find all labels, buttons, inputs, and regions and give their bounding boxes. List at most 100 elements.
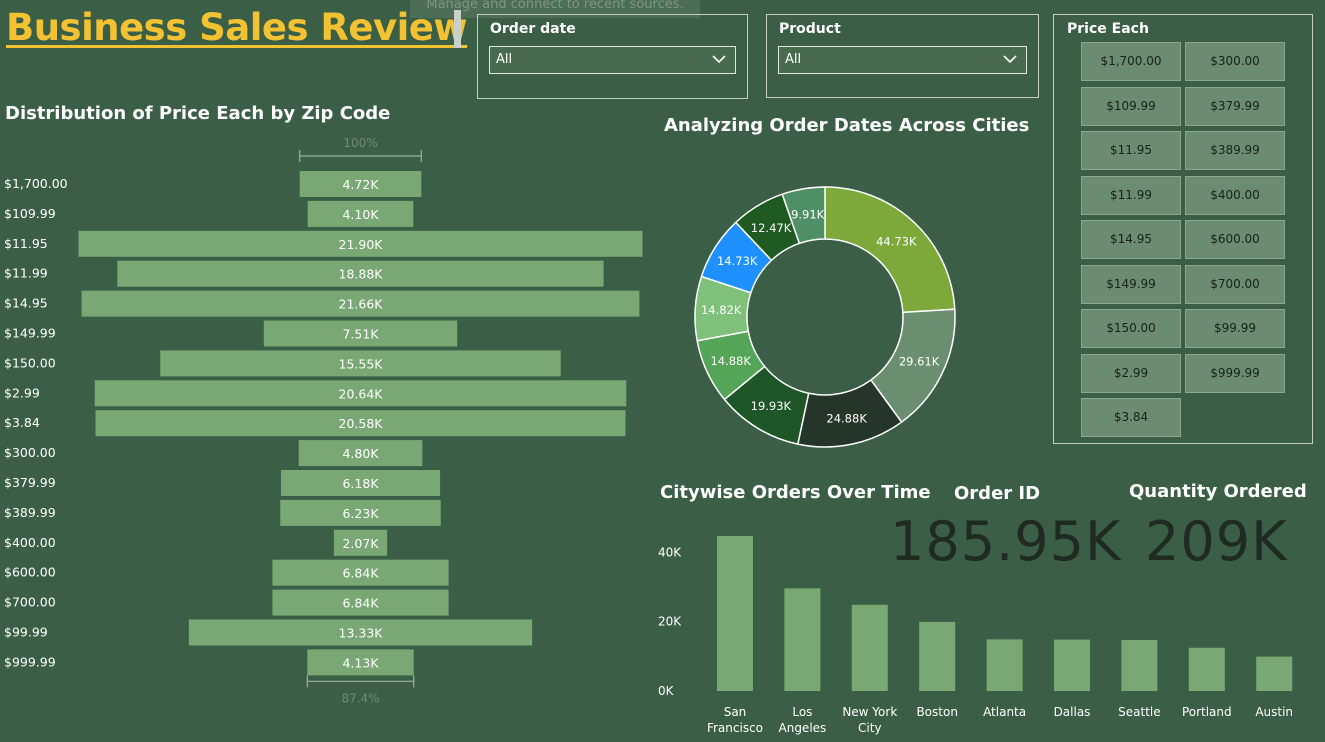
city-bar[interactable] — [986, 639, 1023, 691]
funnel-category-label: $149.99 — [4, 326, 56, 341]
x-tick-label: Portland — [1182, 705, 1232, 719]
donut-chart-title: Analyzing Order Dates Across Cities — [664, 115, 1030, 136]
price-option-button[interactable]: $149.99 — [1081, 264, 1181, 304]
funnel-data-label: 7.51K — [342, 327, 379, 342]
order-id-value: 185.95K — [890, 510, 1122, 573]
funnel-data-label: 4.10K — [342, 207, 379, 222]
price-option-button[interactable]: $150.00 — [1081, 309, 1181, 348]
funnel-bottom-annotation: 87.4% — [341, 691, 379, 705]
funnel-category-label: $11.99 — [4, 266, 48, 281]
funnel-data-label: 20.58K — [339, 416, 384, 431]
price-option-button[interactable]: $2.99 — [1081, 353, 1181, 393]
cursor-bar — [454, 10, 461, 48]
price-each-label: Price Each — [1067, 21, 1149, 37]
funnel-category-label: $389.99 — [4, 505, 56, 520]
funnel-data-label: 6.18K — [342, 476, 379, 491]
x-tick-label: Austin — [1255, 705, 1293, 719]
funnel-category-label: $14.95 — [4, 296, 48, 311]
order-date-slicer: Order date All — [477, 14, 748, 99]
city-bar[interactable] — [784, 588, 821, 691]
donut-data-label: 44.73K — [876, 234, 917, 248]
price-option-button[interactable]: $700.00 — [1185, 264, 1285, 304]
funnel-category-label: $400.00 — [4, 535, 56, 550]
city-bar[interactable] — [717, 535, 753, 691]
quantity-ordered-label: Quantity Ordered — [1129, 481, 1307, 502]
price-each-slicer: Price Each $1,700.00 $300.00 $109.99 $379.9… — [1053, 14, 1313, 444]
city-bar[interactable] — [1121, 639, 1158, 691]
price-option-button[interactable]: $400.00 — [1185, 175, 1285, 215]
funnel-data-label: 20.64K — [339, 386, 384, 401]
price-option-button[interactable]: $109.99 — [1081, 86, 1181, 126]
funnel-data-label: 18.88K — [339, 267, 384, 282]
funnel-category-label: $600.00 — [4, 565, 56, 580]
funnel-data-label: 13.33K — [339, 626, 384, 641]
city-bar[interactable] — [919, 621, 956, 691]
x-tick-label: Los Angeles — [779, 705, 827, 735]
product-slicer: Product All — [766, 14, 1039, 98]
city-bar[interactable] — [1256, 656, 1293, 691]
funnel-data-label: 6.84K — [342, 596, 379, 611]
funnel-category-label: $300.00 — [4, 445, 56, 460]
donut-data-label: 29.61K — [899, 354, 940, 368]
price-option-button[interactable]: $1,700.00 — [1081, 42, 1181, 81]
bar-chart-title: Citywise Orders Over Time — [660, 482, 931, 503]
funnel-top-annotation: 100% — [343, 136, 377, 150]
city-bar[interactable] — [1188, 647, 1225, 691]
price-option-button[interactable]: $11.99 — [1081, 175, 1181, 215]
x-tick-label: New York City — [842, 705, 897, 735]
product-dropdown[interactable]: All — [778, 46, 1027, 74]
page-title: Business Sales Review — [6, 6, 468, 49]
price-option-button[interactable]: $3.84 — [1081, 398, 1181, 437]
x-tick-label: Dallas — [1054, 705, 1091, 719]
funnel-data-label: 4.13K — [342, 655, 379, 670]
funnel-chart: 100% $1,700.00 4.72K $109.99 4.10K $11.95 21.9… — [4, 136, 643, 705]
chevron-down-icon — [712, 55, 726, 64]
price-option-button[interactable]: $14.95 — [1081, 220, 1181, 259]
quantity-ordered-value: 209K — [1145, 510, 1288, 573]
price-option-button[interactable]: $379.99 — [1185, 86, 1285, 126]
funnel-data-label: 4.80K — [342, 446, 379, 461]
donut-chart: 44.73K 29.61K 24.88K 19.93K 14.88K 14.82K 14.7… — [694, 186, 956, 448]
donut-data-label: 12.47K — [751, 221, 792, 235]
city-bar[interactable] — [1054, 639, 1090, 691]
price-option-button[interactable]: $99.99 — [1185, 309, 1285, 348]
funnel-category-label: $1,700.00 — [4, 176, 68, 191]
funnel-data-label: 4.72K — [342, 177, 379, 192]
funnel-category-label: $150.00 — [4, 355, 56, 370]
y-tick-label: 0K — [658, 684, 675, 698]
funnel-category-label: $11.95 — [4, 236, 48, 251]
donut-data-label: 14.82K — [701, 303, 742, 317]
x-tick-label: San Francisco — [707, 705, 763, 735]
funnel-category-label: $379.99 — [4, 475, 56, 490]
price-option-button[interactable]: $389.99 — [1185, 131, 1285, 170]
funnel-category-label: $2.99 — [4, 385, 40, 400]
donut-data-label: 24.88K — [826, 412, 867, 426]
y-tick-label: 40K — [658, 545, 682, 559]
x-tick-label: Boston — [916, 705, 957, 719]
funnel-category-label: $109.99 — [4, 206, 56, 221]
y-tick-label: 20K — [658, 615, 682, 629]
funnel-data-label: 21.66K — [339, 297, 384, 312]
donut-data-label: 9.91K — [791, 207, 825, 221]
product-value: All — [785, 52, 802, 67]
order-date-value: All — [496, 52, 513, 67]
order-id-label: Order ID — [954, 483, 1041, 504]
funnel-data-label: 6.23K — [342, 506, 379, 521]
order-date-label: Order date — [490, 21, 576, 37]
funnel-category-label: $3.84 — [4, 415, 40, 430]
funnel-data-label: 15.55K — [339, 356, 384, 371]
funnel-category-label: $700.00 — [4, 595, 56, 610]
price-option-button[interactable]: $600.00 — [1185, 220, 1285, 259]
order-date-dropdown[interactable]: All — [489, 46, 736, 74]
funnel-category-label: $99.99 — [4, 625, 48, 640]
city-bar[interactable] — [851, 604, 888, 691]
price-option-button[interactable]: $11.95 — [1081, 131, 1181, 170]
donut-slice[interactable] — [824, 186, 956, 314]
funnel-chart-title: Distribution of Price Each by Zip Code — [5, 103, 391, 124]
chevron-down-icon — [1003, 55, 1017, 64]
price-option-button[interactable]: $999.99 — [1185, 353, 1285, 393]
x-tick-label: Atlanta — [983, 705, 1026, 719]
funnel-data-label: 21.90K — [339, 237, 384, 252]
donut-data-label: 14.73K — [717, 254, 758, 268]
price-option-button[interactable]: $300.00 — [1185, 42, 1285, 81]
